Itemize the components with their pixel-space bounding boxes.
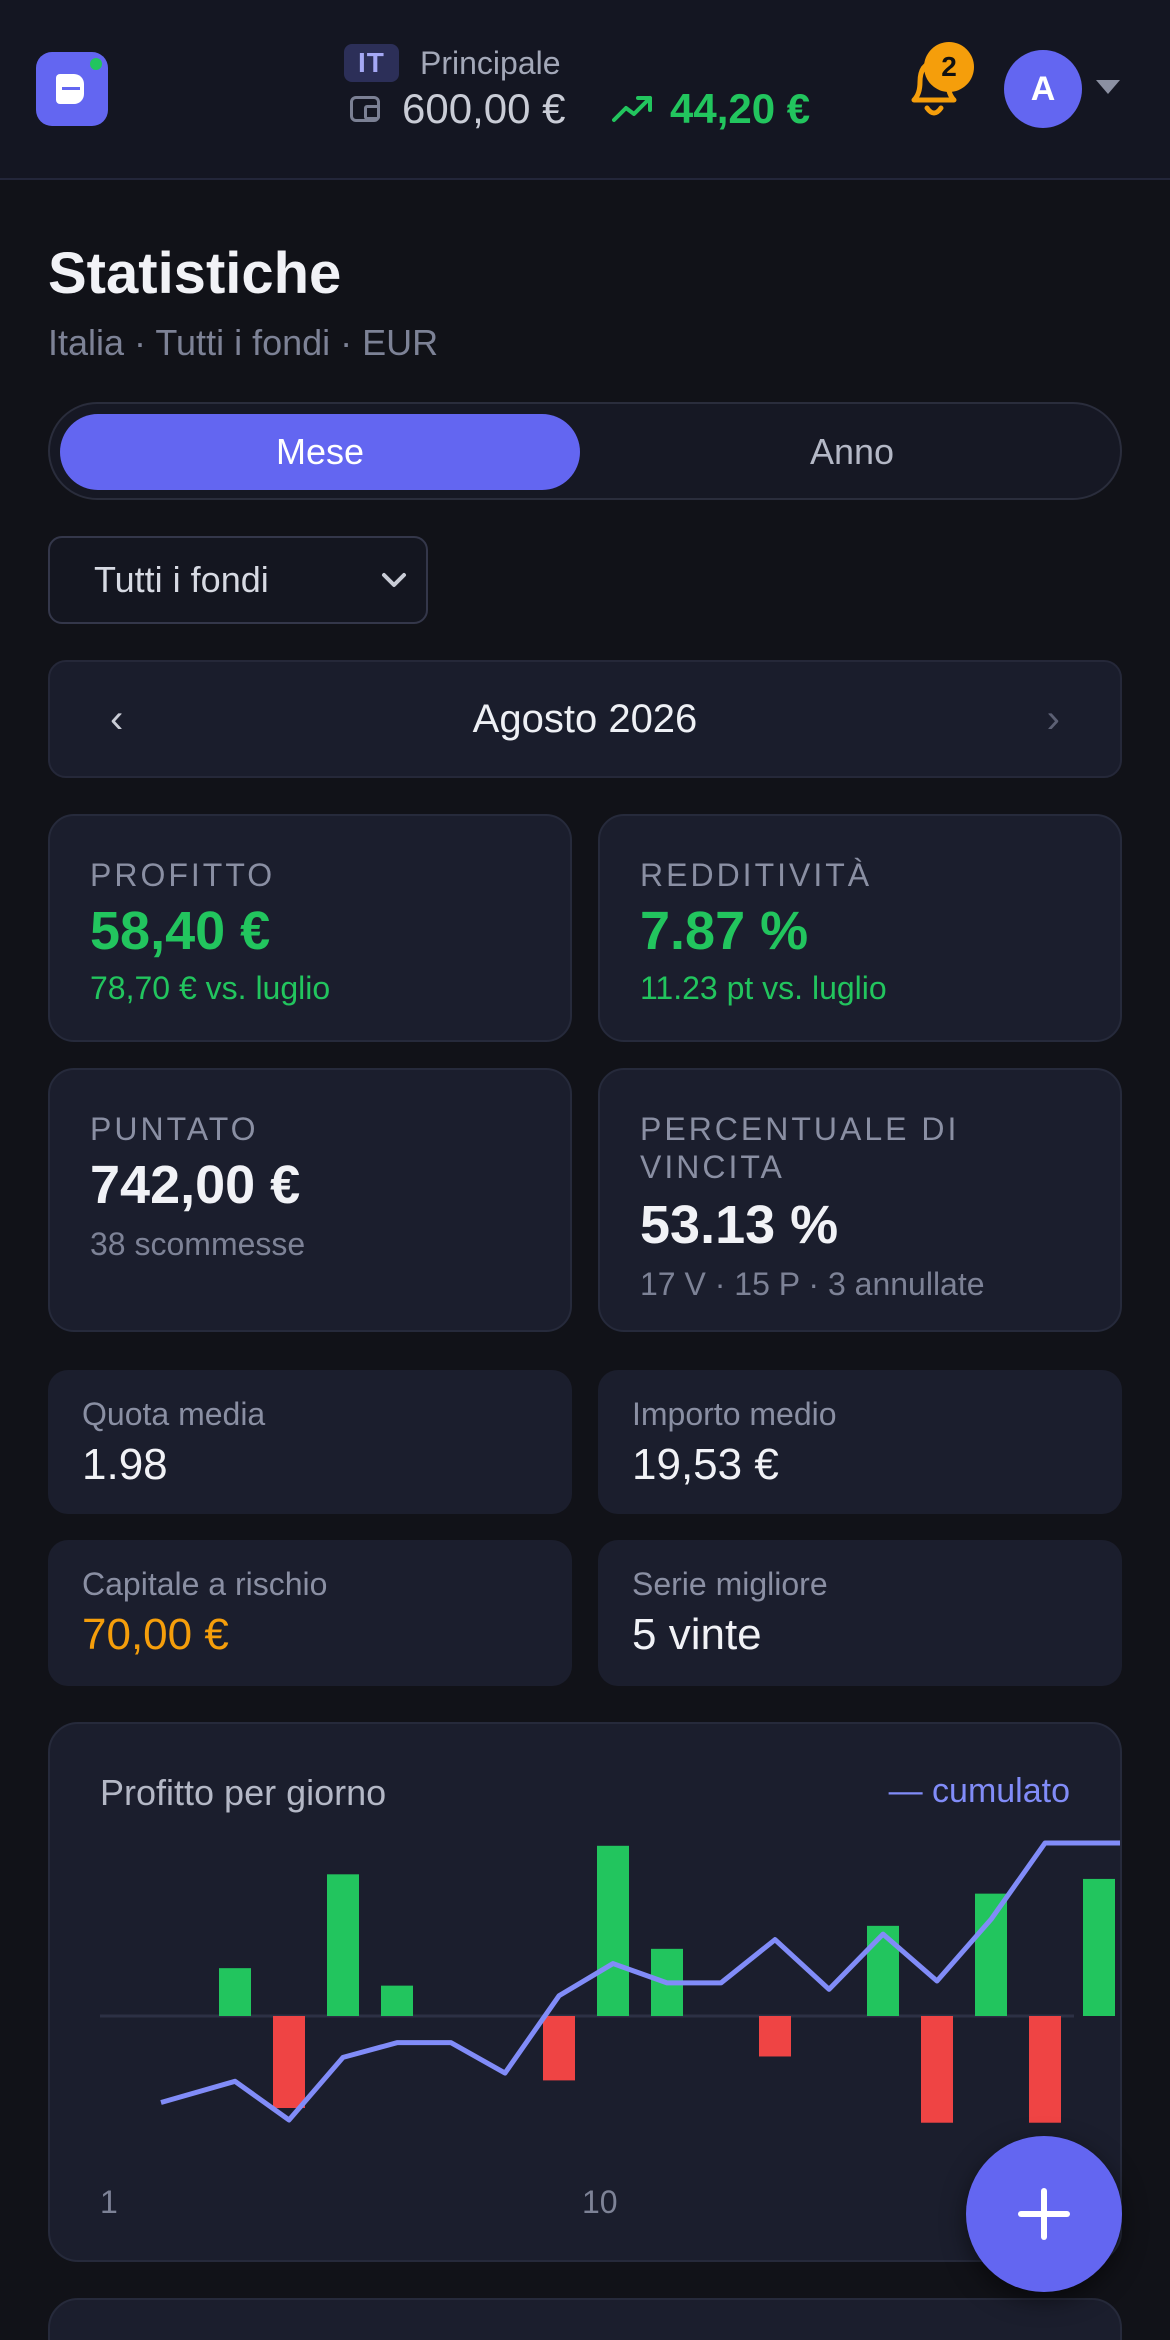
profit-label: PROFITTO xyxy=(90,857,276,893)
x-tick-label: 1 xyxy=(100,2184,118,2220)
winrate-card: PERCENTUALE DI VINCITA 53.13 % 17 V · 15… xyxy=(598,1068,1122,1332)
winrate-value: 53.13 % xyxy=(640,1195,839,1255)
account-summary[interactable]: IT Principale 600,00 € 44,20 € xyxy=(344,40,864,140)
avg-odds-card: Quota media 1.98 xyxy=(48,1370,572,1514)
best-streak-label: Serie migliore xyxy=(632,1566,828,1602)
staked-card: PUNTATO 742,00 € 38 scommesse xyxy=(48,1068,572,1332)
notifications-button[interactable]: 2 xyxy=(900,42,974,124)
winrate-label-line2: VINCITA xyxy=(640,1149,785,1185)
best-streak-value: 5 vinte xyxy=(632,1610,762,1659)
profit-bar xyxy=(273,2016,305,2108)
best-streak-card: Serie migliore 5 vinte xyxy=(598,1540,1122,1686)
profit-bar xyxy=(1083,1878,1115,2016)
page-subtitle: Italia · Tutti i fondi · EUR xyxy=(48,322,439,363)
profit-comparison: 78,70 € vs. luglio xyxy=(90,970,331,1006)
avg-odds-value: 1.98 xyxy=(82,1440,168,1489)
roi-comparison: 11.23 pt vs. luglio xyxy=(640,970,887,1006)
fund-filter-value: Tutti i fondi xyxy=(94,559,269,600)
chevron-down-icon xyxy=(382,573,406,587)
profit-bar xyxy=(597,1845,629,2016)
account-name: Principale xyxy=(420,45,561,81)
profit-card: PROFITTO 58,40 € 78,70 € vs. luglio xyxy=(48,814,572,1042)
roi-card: REDDITIVITÀ 7.87 % 11.23 pt vs. luglio xyxy=(598,814,1122,1042)
logo-glyph xyxy=(56,74,84,104)
profit-bar xyxy=(327,1874,359,2016)
roi-value: 7.87 % xyxy=(640,901,809,961)
chart-plot xyxy=(100,1840,1120,2123)
country-badge: IT xyxy=(344,44,399,82)
avg-stake-value: 19,53 € xyxy=(632,1440,779,1489)
profit-bar xyxy=(219,1968,251,2016)
staked-value: 742,00 € xyxy=(90,1155,301,1215)
bets-count: 38 scommesse xyxy=(90,1226,306,1262)
period-toggle: Mese Anno xyxy=(48,402,1122,500)
tab-month[interactable]: Mese xyxy=(60,414,580,490)
avg-stake-label: Importo medio xyxy=(632,1396,837,1432)
next-section-card xyxy=(48,2298,1122,2340)
account-gain: 44,20 € xyxy=(670,85,811,132)
at-risk-value: 70,00 € xyxy=(82,1610,229,1659)
next-month-button[interactable]: › xyxy=(1047,662,1060,776)
add-bet-button[interactable] xyxy=(966,2136,1122,2292)
profit-value: 58,40 € xyxy=(90,901,271,961)
daily-profit-chart: Profitto per giorno — cumulato 1 10 xyxy=(48,1722,1122,2262)
avg-odds-label: Quota media xyxy=(82,1396,266,1432)
at-risk-label: Capitale a rischio xyxy=(82,1566,328,1602)
tab-year[interactable]: Anno xyxy=(592,414,1112,490)
winrate-breakdown: 17 V · 15 P · 3 annullate xyxy=(640,1266,985,1302)
prev-month-button[interactable]: ‹ xyxy=(110,662,123,776)
avatar[interactable]: A xyxy=(1004,50,1082,128)
page-title: Statistiche xyxy=(48,241,342,306)
profit-bar xyxy=(543,2016,575,2081)
month-navigator: Agosto 2026 ‹ › xyxy=(48,660,1122,778)
at-risk-card: Capitale a rischio 70,00 € xyxy=(48,1540,572,1686)
profit-bar xyxy=(1029,2016,1061,2123)
account-balance: 600,00 € xyxy=(402,85,566,132)
chevron-down-icon[interactable] xyxy=(1096,80,1120,94)
logo-icon[interactable] xyxy=(36,52,108,126)
status-dot xyxy=(90,58,102,70)
winrate-label-line1: PERCENTUALE DI xyxy=(640,1111,960,1147)
profit-bar xyxy=(975,1893,1007,2016)
fund-filter-select[interactable]: Tutti i fondi xyxy=(48,536,428,624)
trend-up-icon xyxy=(612,96,652,122)
app-header: IT Principale 600,00 € 44,20 € 2 A xyxy=(0,0,1170,180)
wallet-icon xyxy=(350,96,380,122)
notification-badge: 2 xyxy=(924,42,974,92)
x-tick-label: 10 xyxy=(582,2184,618,2220)
profit-bar xyxy=(921,2016,953,2123)
roi-label: REDDITIVITÀ xyxy=(640,857,873,893)
staked-label: PUNTATO xyxy=(90,1111,259,1147)
profit-bar xyxy=(759,2016,791,2057)
month-label: Agosto 2026 xyxy=(472,697,698,741)
profit-bar xyxy=(381,1985,413,2016)
avg-stake-card: Importo medio 19,53 € xyxy=(598,1370,1122,1514)
profit-bar xyxy=(867,1925,899,2016)
